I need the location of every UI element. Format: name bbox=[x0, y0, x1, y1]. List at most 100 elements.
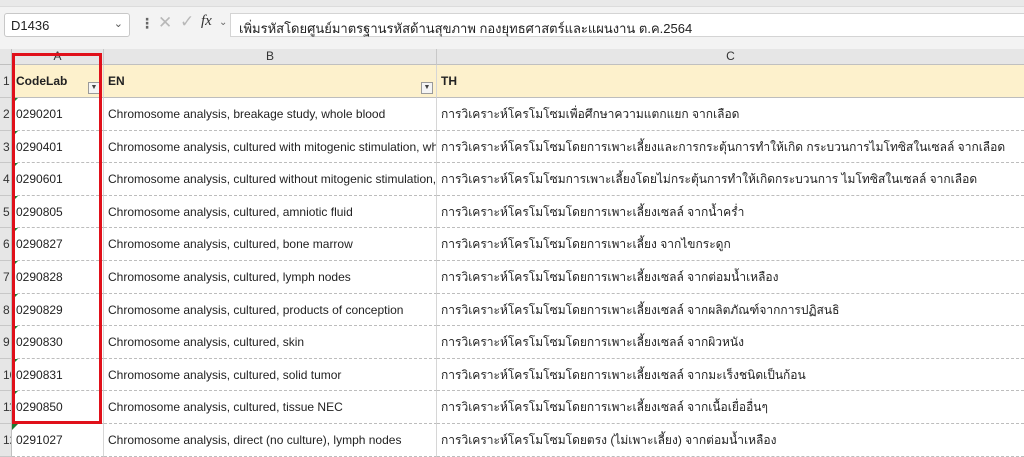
cell-en[interactable]: Chromosome analysis, breakage study, who… bbox=[104, 98, 437, 131]
cell-en[interactable]: Chromosome analysis, cultured, lymph nod… bbox=[104, 261, 437, 294]
cell-codelab-text: 0290850 bbox=[16, 400, 63, 414]
cell-th[interactable]: การวิเคราะห์โครโมโซมโดยการเพาะเลี้ยงเซลล… bbox=[437, 391, 1024, 424]
cell-th[interactable]: การวิเคราะห์โครโมโซมโดยการเพาะเลี้ยงเซลล… bbox=[437, 359, 1024, 391]
cell-codelab[interactable]: 0290201 bbox=[12, 98, 104, 131]
cell-codelab[interactable]: 0290831 bbox=[12, 359, 104, 391]
filter-dropdown-icon[interactable]: ▼ bbox=[421, 82, 433, 94]
name-box-value: D1436 bbox=[11, 18, 50, 33]
row-header[interactable]: 9 bbox=[0, 326, 12, 359]
cell-codelab-text: 0290830 bbox=[16, 335, 63, 349]
cell-th-text: การวิเคราะห์โครโมโซมโดยตรง (ไม่เพาะเลี้ย… bbox=[441, 433, 777, 447]
name-box[interactable]: D1436 ⌄ bbox=[4, 13, 130, 37]
cell-codelab[interactable]: 0290830 bbox=[12, 326, 104, 359]
comment-marker-icon bbox=[12, 294, 18, 300]
cell-en[interactable]: Chromosome analysis, direct (no culture)… bbox=[104, 424, 437, 457]
row-header-text: 6 bbox=[3, 237, 10, 251]
comment-marker-icon bbox=[12, 163, 18, 169]
comment-marker-icon bbox=[12, 98, 18, 104]
header-cell-en[interactable]: EN ▼ bbox=[104, 65, 437, 98]
cell-codelab[interactable]: 0290601 bbox=[12, 163, 104, 196]
cell-th[interactable]: การวิเคราะห์โครโมโซมโดยตรง (ไม่เพาะเลี้ย… bbox=[437, 424, 1024, 457]
chevron-down-icon[interactable]: ⌄ bbox=[114, 17, 123, 30]
row-header-text: 4 bbox=[3, 172, 10, 186]
row-header[interactable]: 12 bbox=[0, 424, 12, 457]
cell-en-text: Chromosome analysis, cultured, skin bbox=[108, 335, 305, 349]
cell-th-text: การวิเคราะห์โครโมโซมโดยการเพาะเลี้ยงเซลล… bbox=[441, 400, 768, 414]
filter-dropdown-icon[interactable]: ▼ bbox=[88, 82, 100, 94]
row-header[interactable]: 10 bbox=[0, 359, 12, 391]
formula-bar: D1436 ⌄ ⋮ ✕ ✓ fx ⌄ เพิ่มรหัสโดยศูนย์มาตร… bbox=[0, 0, 1024, 50]
cell-th-text: การวิเคราะห์โครโมโซมโดยการเพาะเลี้ยงและก… bbox=[441, 140, 1006, 154]
cell-codelab[interactable]: 0290828 bbox=[12, 261, 104, 294]
row-header-1[interactable]: 1 bbox=[0, 65, 12, 98]
cell-th-text: การวิเคราะห์โครโมโซมเพื่อศึกษาความแตกแยก… bbox=[441, 107, 740, 121]
cell-codelab[interactable]: 0290850 bbox=[12, 391, 104, 424]
cell-en[interactable]: Chromosome analysis, cultured, skin bbox=[104, 326, 437, 359]
header-label-en: EN bbox=[108, 74, 125, 88]
row-header[interactable]: 5 bbox=[0, 196, 12, 228]
fx-icon[interactable]: fx bbox=[201, 13, 212, 30]
cell-en-text: Chromosome analysis, cultured with mitog… bbox=[108, 140, 437, 154]
row-header[interactable]: 8 bbox=[0, 294, 12, 326]
column-header-b[interactable]: B bbox=[104, 49, 437, 65]
cell-en-text: Chromosome analysis, cultured, lymph nod… bbox=[108, 270, 351, 284]
cell-th-text: การวิเคราะห์โครโมโซมโดยการเพาะเลี้ยงเซลล… bbox=[441, 368, 806, 382]
cell-en-text: Chromosome analysis, cultured, solid tum… bbox=[108, 368, 342, 382]
cell-codelab[interactable]: 0290827 bbox=[12, 228, 104, 261]
row-header[interactable]: 6 bbox=[0, 228, 12, 261]
row-header[interactable]: 11 bbox=[0, 391, 12, 424]
row-header-text: 11 bbox=[3, 400, 11, 414]
fx-chevron-down-icon[interactable]: ⌄ bbox=[219, 17, 227, 28]
cell-en-text: Chromosome analysis, cultured, amniotic … bbox=[108, 205, 353, 219]
cell-codelab-text: 0290829 bbox=[16, 303, 63, 317]
cell-en[interactable]: Chromosome analysis, cultured with mitog… bbox=[104, 131, 437, 163]
row-header-text: 9 bbox=[3, 335, 10, 349]
cross-icon[interactable]: ✕ bbox=[158, 13, 172, 33]
cell-en-text: Chromosome analysis, direct (no culture)… bbox=[108, 433, 402, 447]
comment-marker-icon bbox=[12, 424, 18, 430]
cell-codelab[interactable]: 0290401 bbox=[12, 131, 104, 163]
cell-th[interactable]: การวิเคราะห์โครโมโซมการเพาะเลี้ยงโดยไม่ก… bbox=[437, 163, 1024, 196]
cell-en[interactable]: Chromosome analysis, cultured, products … bbox=[104, 294, 437, 326]
row-header[interactable]: 2 bbox=[0, 98, 12, 131]
header-label-codelab: CodeLab bbox=[16, 74, 68, 88]
cell-en-text: Chromosome analysis, cultured, tissue NE… bbox=[108, 400, 343, 414]
cell-th[interactable]: การวิเคราะห์โครโมโซมโดยการเพาะเลี้ยงและก… bbox=[437, 131, 1024, 163]
comment-marker-icon bbox=[12, 359, 18, 365]
cell-codelab-text: 0290805 bbox=[16, 205, 63, 219]
cell-en[interactable]: Chromosome analysis, cultured, tissue NE… bbox=[104, 391, 437, 424]
cell-en[interactable]: Chromosome analysis, cultured without mi… bbox=[104, 163, 437, 196]
column-header-c[interactable]: C bbox=[437, 49, 1024, 65]
vertical-dots-icon[interactable]: ⋮ bbox=[140, 15, 154, 32]
check-icon[interactable]: ✓ bbox=[180, 12, 194, 32]
column-header-a[interactable]: A bbox=[12, 49, 104, 65]
cell-th[interactable]: การวิเคราะห์โครโมโซมเพื่อศึกษาความแตกแยก… bbox=[437, 98, 1024, 131]
cell-th[interactable]: การวิเคราะห์โครโมโซมโดยการเพาะเลี้ยง จาก… bbox=[437, 228, 1024, 261]
comment-marker-icon bbox=[12, 228, 18, 234]
cell-codelab[interactable]: 0290805 bbox=[12, 196, 104, 228]
cell-codelab-text: 0290601 bbox=[16, 172, 63, 186]
select-all-corner[interactable] bbox=[0, 49, 12, 65]
cell-codelab[interactable]: 0291027 bbox=[12, 424, 104, 457]
comment-marker-icon bbox=[12, 391, 18, 397]
row-header[interactable]: 3 bbox=[0, 131, 12, 163]
row-header[interactable]: 4 bbox=[0, 163, 12, 196]
cell-th[interactable]: การวิเคราะห์โครโมโซมโดยการเพาะเลี้ยงเซลล… bbox=[437, 196, 1024, 228]
comment-marker-icon bbox=[12, 326, 18, 332]
cell-th[interactable]: การวิเคราะห์โครโมโซมโดยการเพาะเลี้ยงเซลล… bbox=[437, 326, 1024, 359]
cell-en[interactable]: Chromosome analysis, cultured, amniotic … bbox=[104, 196, 437, 228]
cell-en[interactable]: Chromosome analysis, cultured, bone marr… bbox=[104, 228, 437, 261]
ribbon-edge bbox=[0, 0, 1024, 7]
cell-th-text: การวิเคราะห์โครโมโซมโดยการเพาะเลี้ยงเซลล… bbox=[441, 335, 744, 349]
cell-codelab[interactable]: 0290829 bbox=[12, 294, 104, 326]
header-cell-th[interactable]: TH bbox=[437, 65, 1024, 98]
cell-th[interactable]: การวิเคราะห์โครโมโซมโดยการเพาะเลี้ยงเซลล… bbox=[437, 261, 1024, 294]
cell-codelab-text: 0290201 bbox=[16, 107, 63, 121]
row-header[interactable]: 7 bbox=[0, 261, 12, 294]
cell-en-text: Chromosome analysis, cultured, bone marr… bbox=[108, 237, 353, 251]
cell-th[interactable]: การวิเคราะห์โครโมโซมโดยการเพาะเลี้ยงเซลล… bbox=[437, 294, 1024, 326]
row-header-text: 10 bbox=[3, 368, 11, 382]
cell-en[interactable]: Chromosome analysis, cultured, solid tum… bbox=[104, 359, 437, 391]
formula-input[interactable]: เพิ่มรหัสโดยศูนย์มาตรฐานรหัสด้านสุขภาพ ก… bbox=[230, 13, 1024, 37]
header-cell-codelab[interactable]: CodeLab ▼ bbox=[12, 65, 104, 98]
